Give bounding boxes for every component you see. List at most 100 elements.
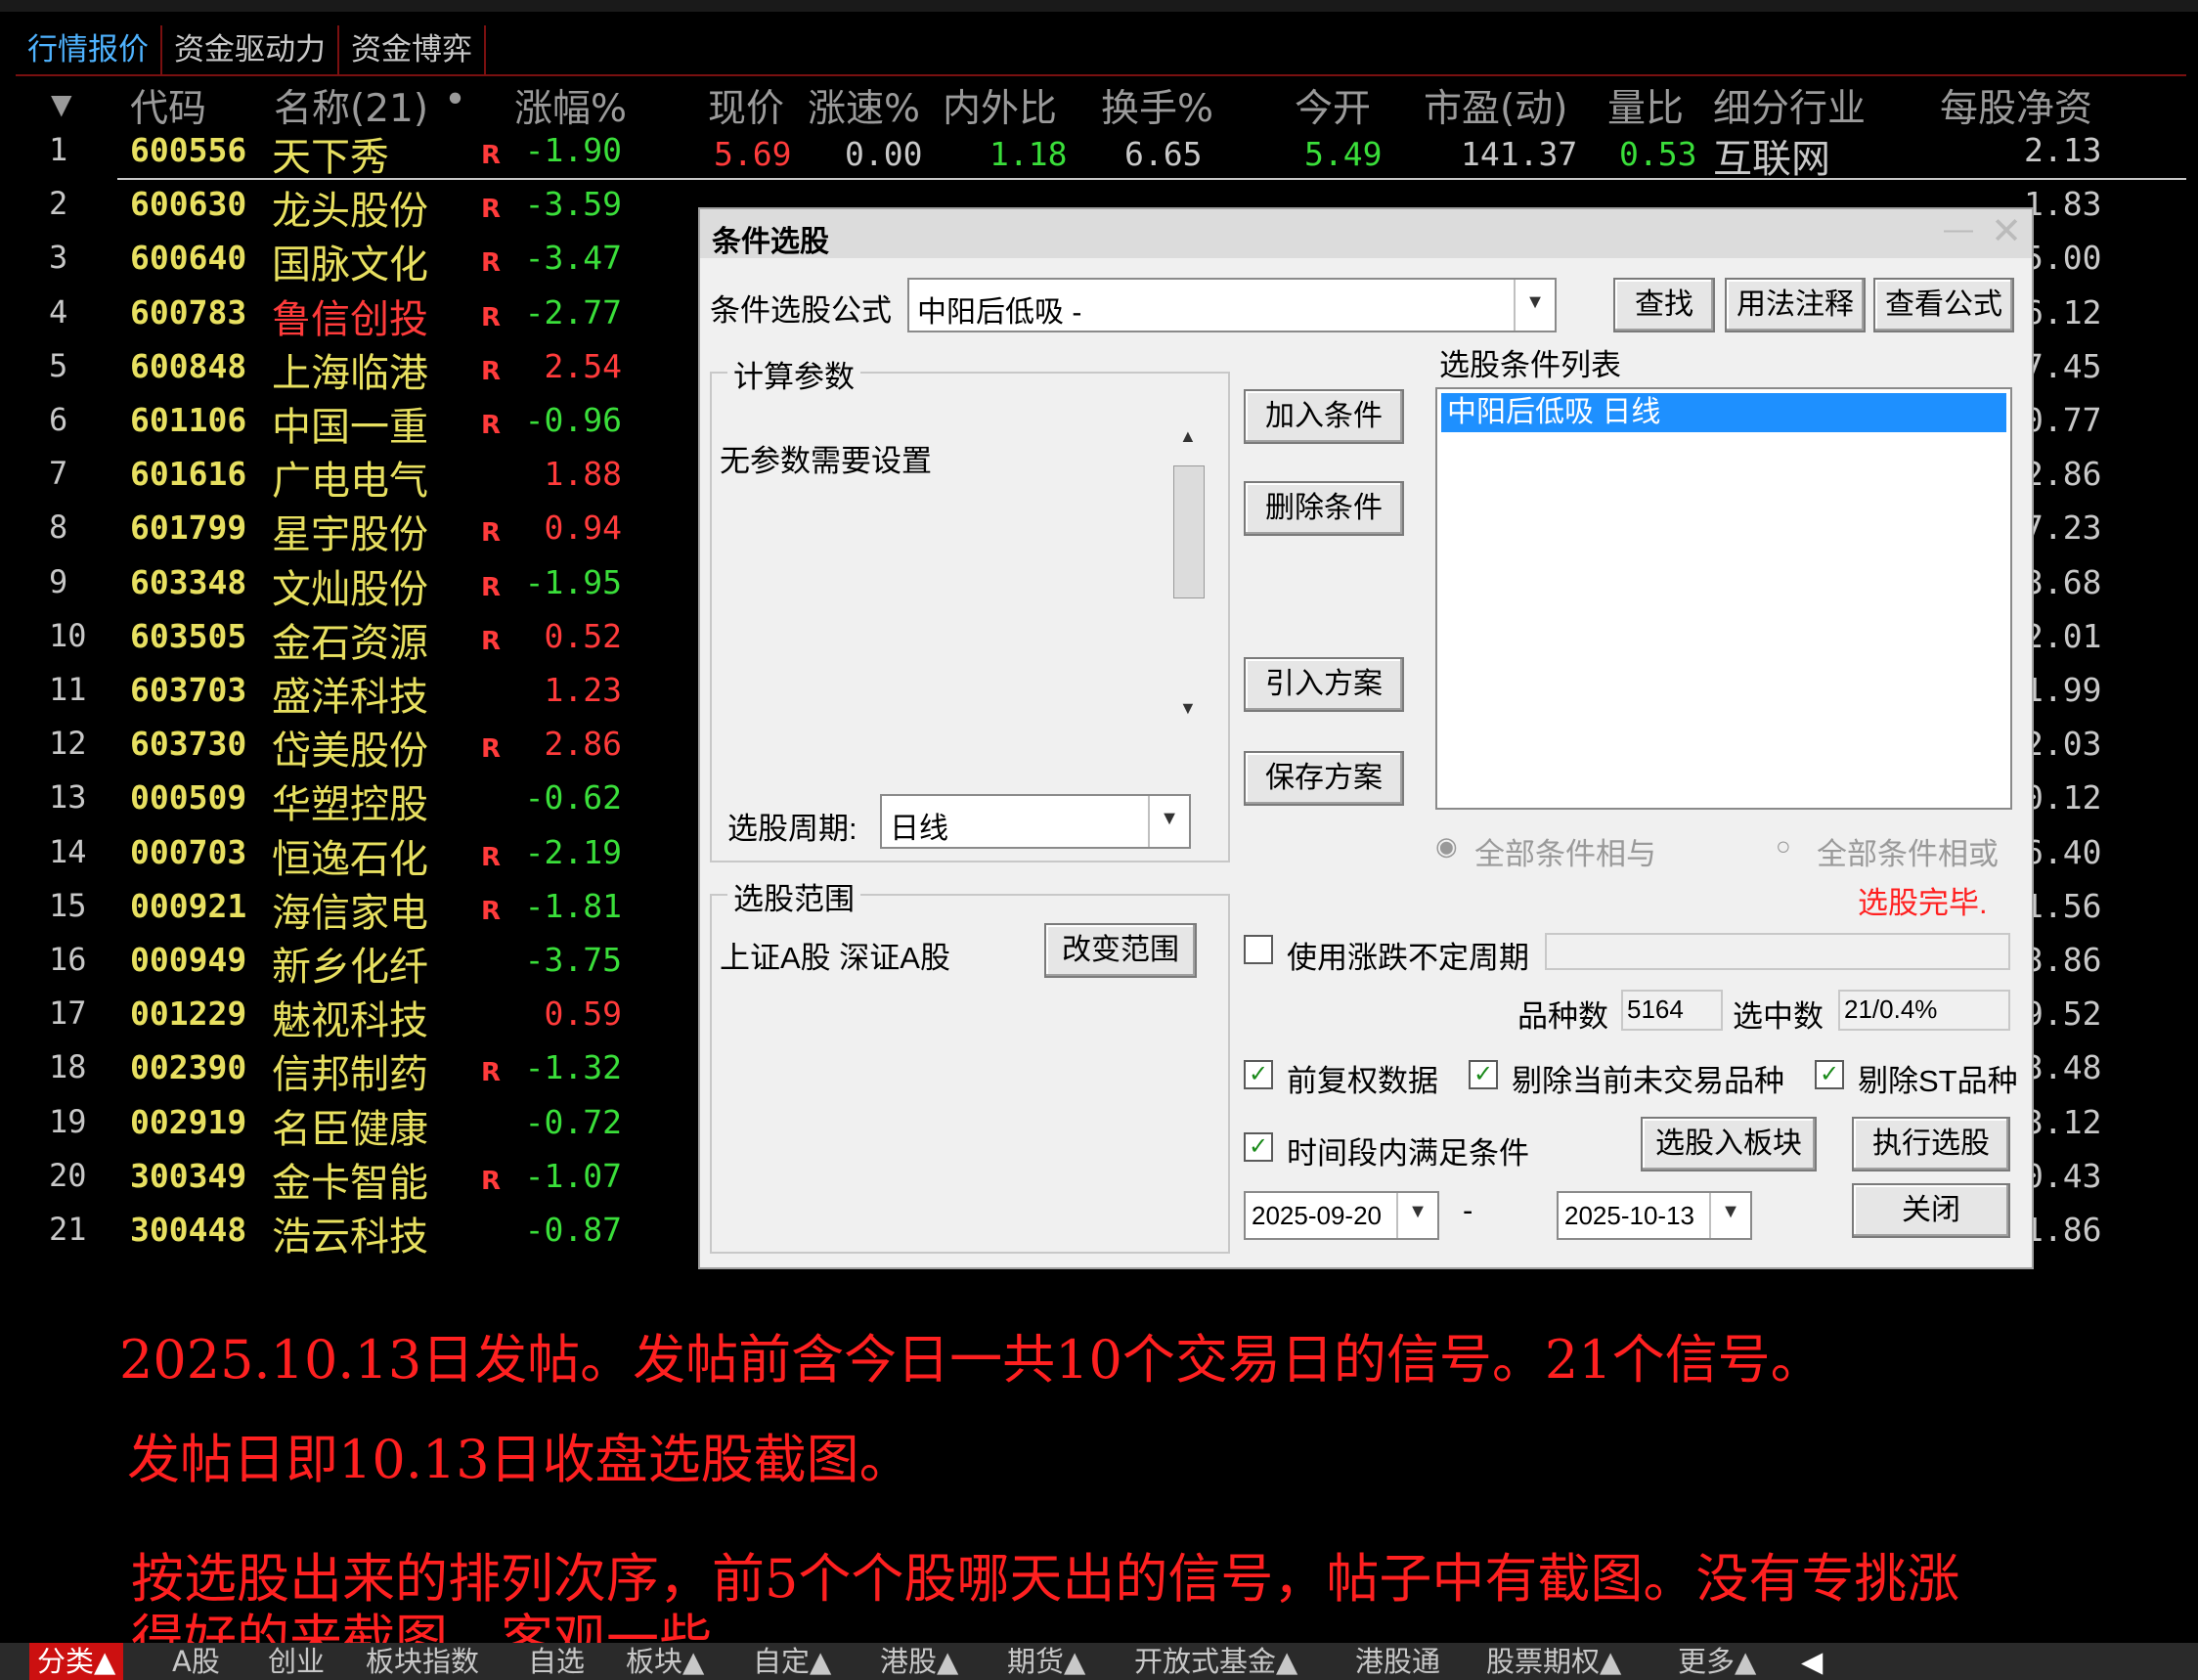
stock-code: 603703 [130, 671, 247, 709]
bottom-tab-open-fund[interactable]: 开放式基金▲ [1134, 1643, 1297, 1680]
import-scheme-button[interactable]: 引入方案 [1244, 657, 1404, 712]
scroll-left-icon[interactable]: ◀ [1801, 1643, 1823, 1680]
margin-mark: R [481, 842, 502, 872]
status-text: 选股完毕. [1858, 886, 1988, 920]
exclude-untraded-checkbox[interactable]: ✓ [1469, 1060, 1498, 1089]
bottom-tab-chinext[interactable]: 创业 [268, 1643, 325, 1680]
selected-value: 21/0.4% [1844, 995, 1938, 1024]
close-icon[interactable]: ✕ [1991, 209, 2022, 253]
scroll-thumb[interactable] [1173, 465, 1205, 598]
bottom-tab-more[interactable]: 更多▲ [1678, 1643, 1756, 1680]
tabs-divider [16, 74, 2186, 76]
nav-per-share: 1.86 [2024, 1211, 2102, 1249]
col-industry[interactable]: 细分行业 [1713, 78, 1866, 133]
period-condition-label: 时间段内满足条件 [1287, 1136, 1529, 1171]
col-open[interactable]: 今开 [1295, 78, 1371, 133]
bottom-tab-sector[interactable]: 板块▲ [626, 1643, 704, 1680]
nav-per-share: 0.77 [2024, 401, 2102, 439]
change-pct: 0.94 [544, 508, 622, 548]
sort-icon[interactable]: ▼ [51, 88, 72, 120]
condition-list-item[interactable]: 中阳后低吸 日线 [1441, 393, 2006, 432]
view-formula-button[interactable]: 查看公式 [1873, 278, 2014, 332]
add-condition-button[interactable]: 加入条件 [1244, 389, 1404, 444]
nav-per-share: 6.40 [2024, 832, 2102, 871]
col-speed[interactable]: 涨速% [808, 78, 920, 133]
close-button[interactable]: 关闭 [1852, 1183, 2010, 1238]
change-pct: -3.47 [524, 239, 622, 278]
bottom-tab-bar: 分类▲ A股 创业 板块指数 自选 板块▲ 自定▲ 港股▲ 期货▲ 开放式基金▲… [0, 1643, 2198, 1680]
find-button[interactable]: 查找 [1613, 278, 1715, 332]
margin-mark: R [481, 195, 502, 225]
tab-quotes[interactable]: 行情报价 [16, 25, 162, 74]
stock-code: 000921 [130, 886, 247, 925]
bottom-tab-category[interactable]: 分类▲ [29, 1643, 124, 1680]
table-row[interactable]: 1 600556 天下秀 R -1.90 2.13 [0, 127, 2190, 181]
tab-capital-game[interactable]: 资金博弈 [339, 25, 486, 74]
period-condition-checkbox[interactable]: ✓ [1244, 1132, 1273, 1162]
stock-name: 浩云科技 [272, 1215, 428, 1260]
bottom-tab-hk[interactable]: 港股▲ [880, 1643, 958, 1680]
nav-per-share: 9.52 [2024, 995, 2102, 1034]
scroll-down-icon[interactable]: ▼ [1179, 698, 1197, 719]
radio-and-icon[interactable]: ◉ [1435, 831, 1458, 862]
col-price[interactable]: 现价 [708, 78, 784, 133]
tab-capital-drive[interactable]: 资金驱动力 [162, 25, 339, 74]
chevron-down-icon[interactable]: ▼ [1514, 280, 1555, 331]
stock-name: 广电电气 [272, 459, 428, 505]
nav-per-share: 5.00 [2024, 239, 2102, 278]
bottom-tab-custom[interactable]: 自定▲ [753, 1643, 831, 1680]
save-scheme-button[interactable]: 保存方案 [1244, 751, 1404, 806]
bottom-tab-futures[interactable]: 期货▲ [1007, 1643, 1085, 1680]
nav-per-share: 2.03 [2024, 725, 2102, 764]
nav-per-share: 0.43 [2024, 1156, 2102, 1195]
exclude-st-checkbox[interactable]: ✓ [1815, 1060, 1844, 1089]
condition-list-title: 选股条件列表 [1439, 348, 1621, 382]
change-pct: -1.90 [524, 131, 622, 169]
date-from-field[interactable]: 2025-09-20 ▼ [1244, 1191, 1439, 1240]
bottom-tab-hk-connect[interactable]: 港股通 [1355, 1643, 1440, 1680]
row-number: 13 [49, 778, 87, 817]
row-number: 5 [49, 346, 68, 384]
col-inout[interactable]: 内外比 [943, 78, 1057, 133]
col-code[interactable]: 代码 [130, 78, 206, 133]
formula-select[interactable]: 中阳后低吸 - ▼ [907, 278, 1557, 332]
condition-list[interactable]: 中阳后低吸 日线 [1435, 387, 2012, 810]
col-pe[interactable]: 市盈(动) [1424, 78, 1567, 133]
delete-condition-button[interactable]: 删除条件 [1244, 481, 1404, 536]
change-pct: -1.32 [524, 1048, 622, 1087]
forward-adjust-checkbox[interactable]: ✓ [1244, 1060, 1273, 1089]
radio-or-icon[interactable]: ○ [1776, 831, 1791, 862]
nav-per-share: 0.12 [2024, 778, 2102, 818]
period-select[interactable]: 日线 ▼ [880, 794, 1191, 849]
bottom-tab-watchlist[interactable]: 自选 [528, 1643, 585, 1680]
bottom-tab-sector-index[interactable]: 板块指数 [366, 1643, 479, 1680]
to-block-button[interactable]: 选股入板块 [1641, 1117, 1817, 1172]
change-pct: -2.77 [524, 292, 622, 332]
usage-note-button[interactable]: 用法注释 [1725, 278, 1866, 332]
params-group: 计算参数 无参数需要设置 ▲ ▼ 选股周期: 日线 ▼ [710, 352, 1230, 862]
bottom-tab-options[interactable]: 股票期权▲ [1486, 1643, 1621, 1680]
row-number: 4 [49, 292, 68, 331]
bottom-tab-a-share[interactable]: A股 [172, 1643, 220, 1680]
row-number: 20 [49, 1156, 87, 1194]
date-to-field[interactable]: 2025-10-13 ▼ [1557, 1191, 1752, 1240]
row-number: 10 [49, 616, 87, 654]
stock-code: 001229 [130, 995, 247, 1034]
row-number: 7 [49, 455, 68, 493]
col-volratio[interactable]: 量比 [1607, 78, 1684, 133]
params-scrollbar[interactable]: ▲ ▼ [1171, 426, 1205, 720]
chevron-down-icon[interactable]: ▼ [1148, 796, 1189, 847]
change-range-button[interactable]: 改变范围 [1044, 923, 1197, 978]
col-nav[interactable]: 每股净资 [1940, 78, 2092, 133]
chevron-down-icon[interactable]: ▼ [1709, 1193, 1750, 1238]
uncertain-period-checkbox[interactable]: ✓ [1244, 935, 1273, 964]
scroll-up-icon[interactable]: ▲ [1179, 426, 1197, 447]
chevron-down-icon[interactable]: ▼ [1396, 1193, 1437, 1238]
col-change[interactable]: 涨幅% [514, 78, 627, 133]
col-turnover[interactable]: 换手% [1101, 78, 1213, 133]
row-number: 9 [49, 562, 68, 600]
minimize-icon[interactable]: — [1944, 213, 1973, 246]
execute-button[interactable]: 执行选股 [1852, 1117, 2010, 1172]
uncertain-period-field[interactable] [1545, 933, 2010, 970]
nav-per-share: 7.45 [2024, 346, 2102, 385]
